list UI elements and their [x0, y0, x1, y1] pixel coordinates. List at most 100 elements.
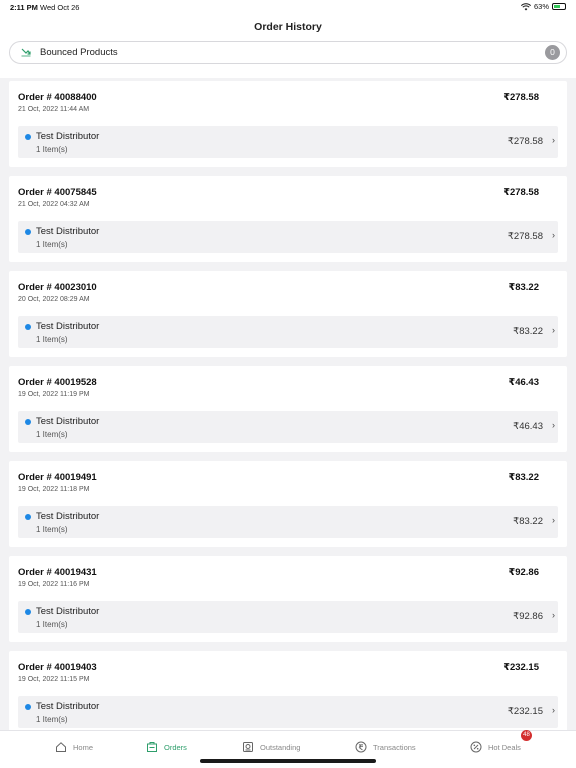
outstanding-icon — [243, 742, 253, 752]
bounced-icon — [21, 48, 31, 57]
page-title: Order History — [254, 21, 322, 33]
hot-deals-badge: 48 — [521, 730, 532, 741]
order-list[interactable]: Order # 40088400 21 Oct, 2022 11:44 AM ₹… — [9, 81, 567, 746]
tab-label: Home — [73, 742, 94, 752]
distributor-row[interactable]: Test Distributor 1 Item(s) ₹92.86 › — [18, 601, 558, 633]
order-date: 19 Oct, 2022 11:16 PM — [18, 581, 90, 588]
item-count: 1 Item(s) — [36, 240, 68, 249]
tab-transactions[interactable]: Transactions — [355, 739, 416, 755]
order-id: Order # 40075845 — [18, 187, 97, 198]
order-total: ₹232.15 — [503, 662, 539, 673]
tab-label: Hot Deals — [488, 742, 521, 752]
distributor-name: Test Distributor — [36, 511, 100, 522]
distributor-amount: ₹46.43 — [513, 421, 543, 432]
distributor-name: Test Distributor — [36, 131, 100, 142]
tab-label: Transactions — [373, 742, 416, 752]
order-total: ₹278.58 — [503, 187, 539, 198]
distributor-name: Test Distributor — [36, 321, 100, 332]
order-card[interactable]: Order # 40075845 21 Oct, 2022 04:32 AM ₹… — [9, 176, 567, 262]
distributor-dot — [25, 324, 31, 330]
distributor-dot — [25, 514, 31, 520]
status-right: 63% — [520, 2, 566, 11]
distributor-dot — [25, 704, 31, 710]
discount-icon — [470, 741, 482, 753]
order-total: ₹83.22 — [508, 282, 539, 293]
distributor-row[interactable]: Test Distributor 1 Item(s) ₹83.22 › — [18, 506, 558, 538]
tab-outstanding[interactable]: Outstanding — [242, 739, 300, 755]
order-total: ₹46.43 — [508, 377, 539, 388]
chevron-right-icon: › — [552, 515, 555, 525]
order-date: 19 Oct, 2022 11:19 PM — [18, 391, 90, 398]
chevron-right-icon: › — [552, 705, 555, 715]
distributor-row[interactable]: Test Distributor 1 Item(s) ₹232.15 › — [18, 696, 558, 728]
header: Order History Bounced Products 0 — [0, 14, 576, 78]
order-id: Order # 40019491 — [18, 472, 97, 483]
tab-home[interactable]: Home — [55, 739, 93, 755]
distributor-amount: ₹83.22 — [513, 326, 543, 337]
battery-fill — [554, 5, 560, 8]
order-card[interactable]: Order # 40019431 19 Oct, 2022 11:16 PM ₹… — [9, 556, 567, 642]
distributor-amount: ₹278.58 — [507, 231, 543, 242]
order-total: ₹278.58 — [503, 92, 539, 103]
distributor-name: Test Distributor — [36, 606, 100, 617]
order-card[interactable]: Order # 40019403 19 Oct, 2022 11:15 PM ₹… — [9, 651, 567, 737]
bounced-products-button[interactable]: Bounced Products 0 — [9, 41, 567, 64]
distributor-name: Test Distributor — [36, 701, 100, 712]
chevron-right-icon: › — [552, 230, 555, 240]
distributor-dot — [25, 609, 31, 615]
order-date: 20 Oct, 2022 08:29 AM — [18, 296, 90, 303]
order-id: Order # 40019431 — [18, 567, 97, 578]
tab-label: Orders — [164, 742, 187, 752]
item-count: 1 Item(s) — [36, 525, 68, 534]
status-time: 2:11 PM — [10, 3, 38, 12]
order-card[interactable]: Order # 40023010 20 Oct, 2022 08:29 AM ₹… — [9, 271, 567, 357]
wifi-icon — [520, 2, 531, 10]
order-id: Order # 40019403 — [18, 662, 97, 673]
distributor-amount: ₹92.86 — [513, 611, 543, 622]
distributor-row[interactable]: Test Distributor 1 Item(s) ₹83.22 › — [18, 316, 558, 348]
status-bar: 2:11 PM Wed Oct 26 63% — [0, 0, 576, 14]
distributor-row[interactable]: Test Distributor 1 Item(s) ₹278.58 › — [18, 126, 558, 158]
distributor-dot — [25, 134, 31, 140]
distributor-amount: ₹232.15 — [507, 706, 543, 717]
distributor-row[interactable]: Test Distributor 1 Item(s) ₹46.43 › — [18, 411, 558, 443]
home-indicator[interactable] — [200, 759, 376, 763]
tab-hot-deals[interactable]: Hot Deals 48 — [470, 730, 532, 755]
chevron-right-icon: › — [552, 135, 555, 145]
distributor-name: Test Distributor — [36, 416, 100, 427]
order-card[interactable]: Order # 40019491 19 Oct, 2022 11:18 PM ₹… — [9, 461, 567, 547]
order-card[interactable]: Order # 40088400 21 Oct, 2022 11:44 AM ₹… — [9, 81, 567, 167]
bounced-count-badge: 0 — [545, 45, 560, 60]
item-count: 1 Item(s) — [36, 430, 68, 439]
distributor-row[interactable]: Test Distributor 1 Item(s) ₹278.58 › — [18, 221, 558, 253]
distributor-name: Test Distributor — [36, 226, 100, 237]
chevron-right-icon: › — [552, 325, 555, 335]
tab-label: Outstanding — [260, 742, 301, 752]
item-count: 1 Item(s) — [36, 715, 68, 724]
order-date: 21 Oct, 2022 11:44 AM — [18, 106, 90, 113]
distributor-dot — [25, 229, 31, 235]
order-date: 21 Oct, 2022 04:32 AM — [18, 201, 90, 208]
distributor-dot — [25, 419, 31, 425]
rupee-icon — [355, 741, 367, 753]
status-date: Wed Oct 26 — [40, 3, 80, 12]
home-icon — [56, 742, 66, 752]
item-count: 1 Item(s) — [36, 145, 68, 154]
chevron-right-icon: › — [552, 610, 555, 620]
order-id: Order # 40088400 — [18, 92, 97, 103]
tab-orders[interactable]: Orders — [146, 739, 187, 755]
item-count: 1 Item(s) — [36, 620, 68, 629]
order-date: 19 Oct, 2022 11:18 PM — [18, 486, 90, 493]
chevron-right-icon: › — [552, 420, 555, 430]
order-id: Order # 40019528 — [18, 377, 97, 388]
item-count: 1 Item(s) — [36, 335, 68, 344]
order-date: 19 Oct, 2022 11:15 PM — [18, 676, 90, 683]
distributor-amount: ₹278.58 — [507, 136, 543, 147]
battery-icon — [552, 3, 566, 10]
distributor-amount: ₹83.22 — [513, 516, 543, 527]
battery-percent: 63% — [533, 2, 549, 11]
order-total: ₹83.22 — [508, 472, 539, 483]
order-total: ₹92.86 — [508, 567, 539, 578]
bounced-products-label: Bounced Products — [40, 47, 118, 58]
order-card[interactable]: Order # 40019528 19 Oct, 2022 11:19 PM ₹… — [9, 366, 567, 452]
